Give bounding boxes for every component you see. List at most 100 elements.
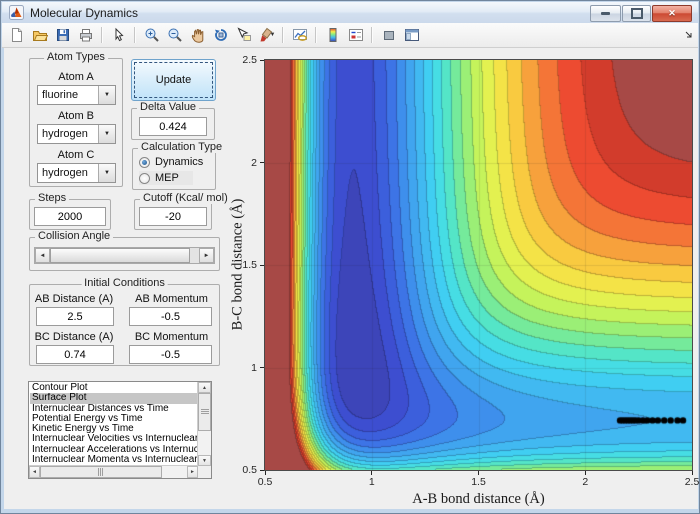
toolbar-overflow-icon[interactable] <box>685 31 693 39</box>
list-item[interactable]: Internuclear Velocities vs Internuclear … <box>30 434 197 444</box>
x-tick-label: 1 <box>368 476 375 488</box>
slider-left-arrow-icon[interactable]: ◄ <box>35 248 50 263</box>
scroll-down-icon[interactable]: ▼ <box>198 455 211 466</box>
close-button[interactable]: ✕ <box>652 5 692 22</box>
slider-thumb[interactable] <box>50 248 190 263</box>
radio-dot-mep[interactable] <box>139 172 150 184</box>
steps-input[interactable] <box>34 207 106 226</box>
vertical-scroll-thumb[interactable] <box>198 393 211 431</box>
scroll-left-icon[interactable]: ◄ <box>29 466 40 478</box>
scroll-up-icon[interactable]: ▲ <box>198 382 211 393</box>
y-tick-mark <box>260 367 264 368</box>
new-figure-button[interactable] <box>6 25 27 45</box>
collision-angle-title: Collision Angle <box>35 230 114 242</box>
list-item[interactable]: Kinetic Energy vs Time <box>30 424 197 434</box>
atom-a-select[interactable]: fluorine ▼ <box>37 85 116 105</box>
pan-button[interactable] <box>187 25 208 45</box>
data-cursor-button[interactable] <box>233 25 254 45</box>
brush-dropdown-icon[interactable]: ▼ <box>270 32 276 38</box>
print-icon <box>79 29 92 42</box>
list-item[interactable]: Surface Plot <box>30 393 197 404</box>
radio-dynamics-label: Dynamics <box>155 156 204 168</box>
title-bar[interactable]: Molecular Dynamics ✕ <box>2 2 698 24</box>
rotate-3d-button[interactable] <box>210 25 231 45</box>
atom-c-value: hydrogen <box>42 167 88 179</box>
cutoff-input[interactable] <box>139 207 207 226</box>
insert-colorbar-button[interactable] <box>322 25 343 45</box>
radio-mep[interactable]: MEP <box>139 171 193 185</box>
atom-a-label: Atom A <box>58 71 94 83</box>
bc-momentum-input[interactable] <box>129 345 212 364</box>
plot-type-list: Contour Plot Surface Plot Internuclear D… <box>30 383 197 465</box>
slider-right-arrow-icon[interactable]: ► <box>199 248 214 263</box>
link-plot-button[interactable] <box>289 25 310 45</box>
hide-plot-tools-button[interactable] <box>378 25 399 45</box>
radio-mep-label: MEP <box>155 172 179 184</box>
list-item[interactable]: Internuclear Distances vs Time <box>30 404 197 414</box>
toolbar-separator <box>134 27 136 43</box>
collision-angle-slider[interactable]: ◄ ► <box>34 247 215 264</box>
x-tick-mark <box>584 471 586 475</box>
toolbar-separator <box>282 27 284 43</box>
plot-type-listbox[interactable]: Contour Plot Surface Plot Internuclear D… <box>28 381 212 479</box>
list-item[interactable]: Internuclear Momenta vs Internuclear Dis… <box>30 455 197 465</box>
insert-legend-button[interactable] <box>345 25 366 45</box>
delta-value-input[interactable] <box>139 117 207 136</box>
maximize-button[interactable] <box>622 5 651 22</box>
pes-contour-plot[interactable]: 0.5 1 1.5 2 2.5 0.5 1 1.5 2 2.5 A-B bond distanc… <box>230 54 700 507</box>
pes-canvas[interactable] <box>265 60 692 470</box>
figure-client-area: Atom Types Atom A fluorine ▼ Atom B hydr… <box>4 48 700 509</box>
print-figure-button[interactable] <box>75 25 96 45</box>
horizontal-scroll-thumb[interactable] <box>40 466 162 478</box>
chevron-down-icon[interactable]: ▼ <box>98 125 115 143</box>
calculation-type-title: Calculation Type <box>138 141 226 153</box>
cursor-arrow-icon <box>115 27 124 42</box>
window-title: Molecular Dynamics <box>30 5 139 20</box>
atom-b-label: Atom B <box>57 110 95 122</box>
atom-a-value: fluorine <box>42 89 79 101</box>
x-tick-mark <box>264 471 266 475</box>
update-button[interactable]: Update <box>131 59 216 101</box>
chevron-down-icon[interactable]: ▼ <box>98 164 115 182</box>
new-figure-icon <box>11 28 22 42</box>
show-plot-tools-button[interactable] <box>401 25 422 45</box>
open-file-button[interactable] <box>29 25 50 45</box>
toolbar-separator <box>315 27 317 43</box>
close-icon: ✕ <box>668 8 676 18</box>
bc-distance-label: BC Distance (A) <box>34 331 114 343</box>
show-plot-tools-icon <box>404 29 419 41</box>
zoom-out-icon <box>168 28 182 42</box>
delta-value-title: Delta Value <box>137 101 200 113</box>
ab-distance-input[interactable] <box>36 307 114 326</box>
toolbar-separator <box>101 27 103 43</box>
thumb-grip <box>98 468 104 476</box>
scroll-right-icon[interactable]: ► <box>187 466 198 478</box>
list-item[interactable]: Potential Energy vs Time <box>30 414 197 424</box>
horizontal-scrollbar[interactable]: ◄ ► <box>29 465 198 478</box>
radio-dot-dynamics[interactable] <box>139 156 150 168</box>
atom-c-select[interactable]: hydrogen ▼ <box>37 163 116 183</box>
x-axis-label: A-B bond distance (Å) <box>412 491 545 507</box>
chevron-down-icon[interactable]: ▼ <box>98 86 115 104</box>
brush-data-button[interactable]: ▼ <box>256 25 277 45</box>
slider-track[interactable] <box>190 248 199 263</box>
y-tick-mark <box>260 264 264 266</box>
zoom-in-button[interactable] <box>141 25 162 45</box>
zoom-out-button[interactable] <box>164 25 185 45</box>
vertical-scrollbar[interactable]: ▲ ▼ <box>197 382 211 466</box>
rotate-3d-icon <box>214 29 227 41</box>
open-file-icon <box>32 31 48 41</box>
legend-icon <box>348 29 363 41</box>
ab-momentum-input[interactable] <box>129 307 212 326</box>
list-item[interactable]: Internuclear Accelerations vs Internucle… <box>30 445 197 455</box>
list-item[interactable]: Contour Plot <box>30 383 197 393</box>
atom-b-select[interactable]: hydrogen ▼ <box>37 124 116 144</box>
x-tick-mark <box>371 471 373 475</box>
radio-dynamics[interactable]: Dynamics <box>139 155 203 169</box>
save-icon <box>56 29 69 41</box>
bc-distance-input[interactable] <box>36 345 114 364</box>
save-figure-button[interactable] <box>52 25 73 45</box>
minimize-button[interactable] <box>590 5 621 22</box>
edit-plot-button[interactable] <box>108 25 129 45</box>
cutoff-title: Cutoff (Kcal/ mol) <box>140 192 231 204</box>
